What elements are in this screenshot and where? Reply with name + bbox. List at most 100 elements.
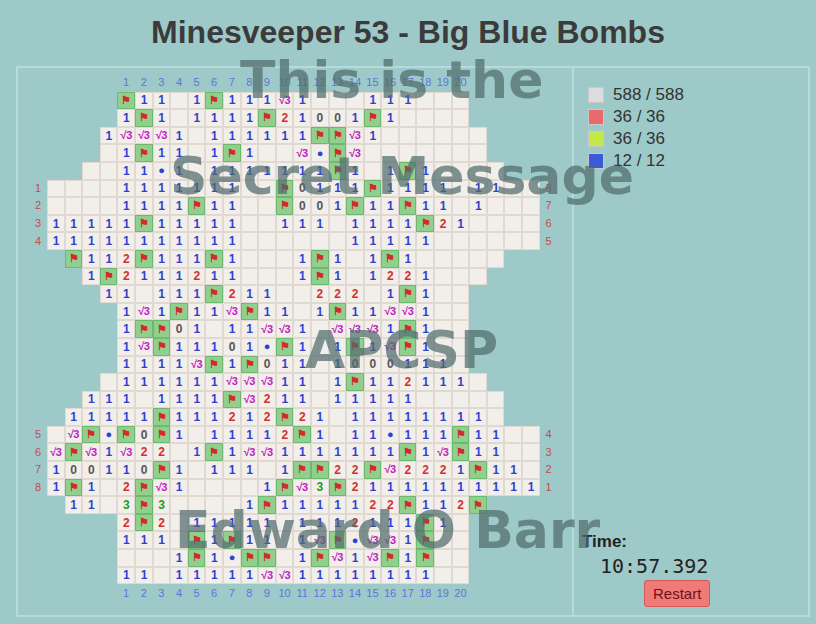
board-cell[interactable]: 1: [223, 92, 241, 110]
board-cell[interactable]: [100, 479, 118, 497]
board-cell[interactable]: 1: [293, 127, 311, 145]
board-cell[interactable]: 1: [82, 215, 100, 233]
board-cell[interactable]: √3: [241, 443, 259, 461]
board-cell[interactable]: 1: [293, 268, 311, 286]
board-cell[interactable]: [346, 92, 364, 110]
board-cell[interactable]: [276, 514, 294, 532]
board-cell[interactable]: [469, 250, 487, 268]
board-cell[interactable]: [153, 567, 171, 585]
board-cell[interactable]: 1: [170, 391, 188, 409]
board-cell[interactable]: 1: [293, 92, 311, 110]
board-cell[interactable]: 1: [276, 356, 294, 374]
board-cell[interactable]: 0: [82, 461, 100, 479]
board-cell[interactable]: 1: [170, 567, 188, 585]
board-cell[interactable]: 1: [223, 514, 241, 532]
board-cell[interactable]: [452, 250, 470, 268]
board-cell[interactable]: 1: [416, 268, 434, 286]
board-cell[interactable]: 1: [487, 461, 505, 479]
board-cell[interactable]: 1: [399, 356, 417, 374]
board-cell[interactable]: 1: [100, 232, 118, 250]
board-cell[interactable]: 1: [452, 215, 470, 233]
board-cell[interactable]: 1: [346, 215, 364, 233]
board-cell[interactable]: ⚑: [117, 92, 135, 110]
board-cell[interactable]: [258, 180, 276, 198]
board-cell[interactable]: 1: [223, 443, 241, 461]
board-cell[interactable]: 1: [293, 338, 311, 356]
board-cell[interactable]: 1: [416, 303, 434, 321]
board-cell[interactable]: √3: [293, 479, 311, 497]
board-cell[interactable]: 1: [293, 514, 311, 532]
board-cell[interactable]: 1: [223, 567, 241, 585]
board-cell[interactable]: 1: [329, 391, 347, 409]
board-cell[interactable]: ⚑: [399, 496, 417, 514]
board-cell[interactable]: 1: [346, 303, 364, 321]
board-cell[interactable]: √3: [329, 320, 347, 338]
board-cell[interactable]: [522, 180, 540, 198]
board-cell[interactable]: [135, 549, 153, 567]
board-cell[interactable]: 1: [135, 180, 153, 198]
board-cell[interactable]: 1: [153, 232, 171, 250]
board-cell[interactable]: 1: [170, 215, 188, 233]
board-cell[interactable]: [117, 549, 135, 567]
board-cell[interactable]: √3: [434, 443, 452, 461]
board-cell[interactable]: 1: [329, 250, 347, 268]
board-cell[interactable]: [47, 197, 65, 215]
board-cell[interactable]: ⚑: [117, 426, 135, 444]
board-cell[interactable]: 1: [346, 109, 364, 127]
board-cell[interactable]: √3: [117, 127, 135, 145]
board-cell[interactable]: 1: [223, 215, 241, 233]
board-cell[interactable]: [522, 461, 540, 479]
board-cell[interactable]: [434, 109, 452, 127]
board-cell[interactable]: [258, 268, 276, 286]
board-cell[interactable]: 1: [205, 197, 223, 215]
board-cell[interactable]: 2: [258, 408, 276, 426]
board-cell[interactable]: 1: [452, 373, 470, 391]
board-cell[interactable]: 1: [311, 514, 329, 532]
board-cell[interactable]: 1: [293, 109, 311, 127]
board-cell[interactable]: 1: [65, 408, 83, 426]
board-cell[interactable]: 1: [170, 250, 188, 268]
board-cell[interactable]: [170, 514, 188, 532]
board-cell[interactable]: √3: [276, 92, 294, 110]
board-cell[interactable]: 1: [205, 303, 223, 321]
board-cell[interactable]: ⚑: [311, 250, 329, 268]
board-cell[interactable]: 1: [170, 356, 188, 374]
board-cell[interactable]: [100, 162, 118, 180]
board-cell[interactable]: [522, 197, 540, 215]
board-cell[interactable]: 1: [364, 514, 382, 532]
board-cell[interactable]: ⚑: [223, 144, 241, 162]
board-cell[interactable]: √3: [276, 320, 294, 338]
board-cell[interactable]: 1: [364, 92, 382, 110]
board-cell[interactable]: 1: [241, 514, 259, 532]
board-cell[interactable]: 2: [135, 443, 153, 461]
board-cell[interactable]: [434, 285, 452, 303]
board-cell[interactable]: [82, 197, 100, 215]
board-cell[interactable]: 1: [153, 109, 171, 127]
board-cell[interactable]: √3: [346, 320, 364, 338]
board-cell[interactable]: [258, 232, 276, 250]
board-cell[interactable]: 0: [311, 197, 329, 215]
board-cell[interactable]: 1: [241, 461, 259, 479]
board-cell[interactable]: 2: [293, 408, 311, 426]
board-cell[interactable]: 1: [153, 373, 171, 391]
board-cell[interactable]: [434, 391, 452, 409]
board-cell[interactable]: 1: [329, 268, 347, 286]
board-cell[interactable]: 1: [293, 320, 311, 338]
board-cell[interactable]: 1: [188, 180, 206, 198]
board-cell[interactable]: 1: [469, 408, 487, 426]
board-cell[interactable]: 1: [381, 514, 399, 532]
board-cell[interactable]: 1: [188, 391, 206, 409]
board-cell[interactable]: 1: [100, 391, 118, 409]
board-cell[interactable]: ⚑: [329, 144, 347, 162]
board-cell[interactable]: √3: [241, 373, 259, 391]
board-cell[interactable]: 1: [241, 408, 259, 426]
board-cell[interactable]: 0: [135, 426, 153, 444]
board-cell[interactable]: 1: [153, 356, 171, 374]
board-cell[interactable]: 1: [241, 109, 259, 127]
board-cell[interactable]: 1: [205, 567, 223, 585]
board-cell[interactable]: [82, 180, 100, 198]
board-cell[interactable]: 1: [188, 285, 206, 303]
board-cell[interactable]: √3: [258, 567, 276, 585]
board-cell[interactable]: 1: [47, 479, 65, 497]
board-cell[interactable]: ⚑: [346, 197, 364, 215]
